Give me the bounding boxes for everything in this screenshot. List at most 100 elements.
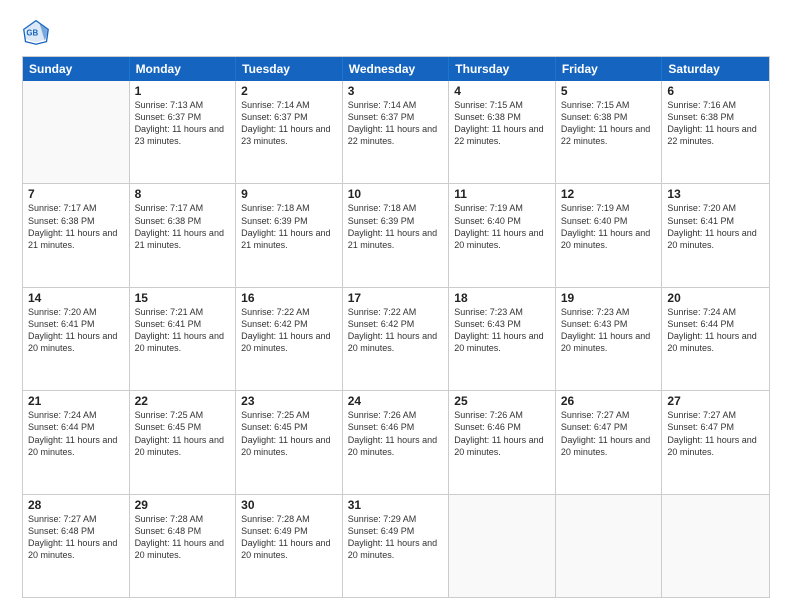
calendar-cell-7: 7Sunrise: 7:17 AM Sunset: 6:38 PM Daylig… bbox=[23, 184, 130, 286]
calendar-cell-30: 30Sunrise: 7:28 AM Sunset: 6:49 PM Dayli… bbox=[236, 495, 343, 597]
logo: GB bbox=[22, 18, 54, 46]
calendar-cell-19: 19Sunrise: 7:23 AM Sunset: 6:43 PM Dayli… bbox=[556, 288, 663, 390]
day-number: 28 bbox=[28, 498, 124, 512]
calendar-row-3: 14Sunrise: 7:20 AM Sunset: 6:41 PM Dayli… bbox=[23, 287, 769, 390]
day-number: 5 bbox=[561, 84, 657, 98]
calendar-cell-empty-4-5 bbox=[556, 495, 663, 597]
weekday-header-sunday: Sunday bbox=[23, 57, 130, 81]
calendar-row-1: 1Sunrise: 7:13 AM Sunset: 6:37 PM Daylig… bbox=[23, 81, 769, 183]
weekday-header-friday: Friday bbox=[556, 57, 663, 81]
calendar-cell-4: 4Sunrise: 7:15 AM Sunset: 6:38 PM Daylig… bbox=[449, 81, 556, 183]
day-number: 22 bbox=[135, 394, 231, 408]
day-number: 6 bbox=[667, 84, 764, 98]
cell-info: Sunrise: 7:17 AM Sunset: 6:38 PM Dayligh… bbox=[135, 202, 231, 251]
calendar-row-5: 28Sunrise: 7:27 AM Sunset: 6:48 PM Dayli… bbox=[23, 494, 769, 597]
weekday-header-monday: Monday bbox=[130, 57, 237, 81]
cell-info: Sunrise: 7:20 AM Sunset: 6:41 PM Dayligh… bbox=[667, 202, 764, 251]
cell-info: Sunrise: 7:23 AM Sunset: 6:43 PM Dayligh… bbox=[454, 306, 550, 355]
cell-info: Sunrise: 7:16 AM Sunset: 6:38 PM Dayligh… bbox=[667, 99, 764, 148]
calendar-cell-25: 25Sunrise: 7:26 AM Sunset: 6:46 PM Dayli… bbox=[449, 391, 556, 493]
calendar-cell-18: 18Sunrise: 7:23 AM Sunset: 6:43 PM Dayli… bbox=[449, 288, 556, 390]
calendar-cell-10: 10Sunrise: 7:18 AM Sunset: 6:39 PM Dayli… bbox=[343, 184, 450, 286]
calendar-cell-6: 6Sunrise: 7:16 AM Sunset: 6:38 PM Daylig… bbox=[662, 81, 769, 183]
cell-info: Sunrise: 7:21 AM Sunset: 6:41 PM Dayligh… bbox=[135, 306, 231, 355]
day-number: 23 bbox=[241, 394, 337, 408]
cell-info: Sunrise: 7:13 AM Sunset: 6:37 PM Dayligh… bbox=[135, 99, 231, 148]
cell-info: Sunrise: 7:22 AM Sunset: 6:42 PM Dayligh… bbox=[241, 306, 337, 355]
page: GB SundayMondayTuesdayWednesdayThursdayF… bbox=[0, 0, 792, 612]
calendar-row-2: 7Sunrise: 7:17 AM Sunset: 6:38 PM Daylig… bbox=[23, 183, 769, 286]
calendar: SundayMondayTuesdayWednesdayThursdayFrid… bbox=[22, 56, 770, 598]
cell-info: Sunrise: 7:14 AM Sunset: 6:37 PM Dayligh… bbox=[348, 99, 444, 148]
calendar-cell-24: 24Sunrise: 7:26 AM Sunset: 6:46 PM Dayli… bbox=[343, 391, 450, 493]
calendar-cell-empty-4-6 bbox=[662, 495, 769, 597]
cell-info: Sunrise: 7:20 AM Sunset: 6:41 PM Dayligh… bbox=[28, 306, 124, 355]
cell-info: Sunrise: 7:24 AM Sunset: 6:44 PM Dayligh… bbox=[667, 306, 764, 355]
calendar-cell-9: 9Sunrise: 7:18 AM Sunset: 6:39 PM Daylig… bbox=[236, 184, 343, 286]
calendar-cell-17: 17Sunrise: 7:22 AM Sunset: 6:42 PM Dayli… bbox=[343, 288, 450, 390]
day-number: 16 bbox=[241, 291, 337, 305]
day-number: 31 bbox=[348, 498, 444, 512]
cell-info: Sunrise: 7:23 AM Sunset: 6:43 PM Dayligh… bbox=[561, 306, 657, 355]
cell-info: Sunrise: 7:27 AM Sunset: 6:48 PM Dayligh… bbox=[28, 513, 124, 562]
day-number: 1 bbox=[135, 84, 231, 98]
weekday-header-tuesday: Tuesday bbox=[236, 57, 343, 81]
day-number: 2 bbox=[241, 84, 337, 98]
cell-info: Sunrise: 7:22 AM Sunset: 6:42 PM Dayligh… bbox=[348, 306, 444, 355]
calendar-cell-27: 27Sunrise: 7:27 AM Sunset: 6:47 PM Dayli… bbox=[662, 391, 769, 493]
calendar-cell-23: 23Sunrise: 7:25 AM Sunset: 6:45 PM Dayli… bbox=[236, 391, 343, 493]
calendar-cell-12: 12Sunrise: 7:19 AM Sunset: 6:40 PM Dayli… bbox=[556, 184, 663, 286]
cell-info: Sunrise: 7:28 AM Sunset: 6:49 PM Dayligh… bbox=[241, 513, 337, 562]
day-number: 12 bbox=[561, 187, 657, 201]
header: GB bbox=[22, 18, 770, 46]
day-number: 26 bbox=[561, 394, 657, 408]
day-number: 17 bbox=[348, 291, 444, 305]
calendar-cell-11: 11Sunrise: 7:19 AM Sunset: 6:40 PM Dayli… bbox=[449, 184, 556, 286]
weekday-header-thursday: Thursday bbox=[449, 57, 556, 81]
cell-info: Sunrise: 7:24 AM Sunset: 6:44 PM Dayligh… bbox=[28, 409, 124, 458]
cell-info: Sunrise: 7:29 AM Sunset: 6:49 PM Dayligh… bbox=[348, 513, 444, 562]
calendar-cell-26: 26Sunrise: 7:27 AM Sunset: 6:47 PM Dayli… bbox=[556, 391, 663, 493]
cell-info: Sunrise: 7:15 AM Sunset: 6:38 PM Dayligh… bbox=[561, 99, 657, 148]
calendar-cell-3: 3Sunrise: 7:14 AM Sunset: 6:37 PM Daylig… bbox=[343, 81, 450, 183]
calendar-cell-2: 2Sunrise: 7:14 AM Sunset: 6:37 PM Daylig… bbox=[236, 81, 343, 183]
calendar-header: SundayMondayTuesdayWednesdayThursdayFrid… bbox=[23, 57, 769, 81]
day-number: 15 bbox=[135, 291, 231, 305]
day-number: 10 bbox=[348, 187, 444, 201]
calendar-cell-8: 8Sunrise: 7:17 AM Sunset: 6:38 PM Daylig… bbox=[130, 184, 237, 286]
day-number: 29 bbox=[135, 498, 231, 512]
calendar-cell-13: 13Sunrise: 7:20 AM Sunset: 6:41 PM Dayli… bbox=[662, 184, 769, 286]
cell-info: Sunrise: 7:15 AM Sunset: 6:38 PM Dayligh… bbox=[454, 99, 550, 148]
svg-text:GB: GB bbox=[26, 29, 38, 38]
cell-info: Sunrise: 7:18 AM Sunset: 6:39 PM Dayligh… bbox=[241, 202, 337, 251]
weekday-header-saturday: Saturday bbox=[662, 57, 769, 81]
cell-info: Sunrise: 7:14 AM Sunset: 6:37 PM Dayligh… bbox=[241, 99, 337, 148]
day-number: 4 bbox=[454, 84, 550, 98]
day-number: 3 bbox=[348, 84, 444, 98]
weekday-header-wednesday: Wednesday bbox=[343, 57, 450, 81]
calendar-cell-14: 14Sunrise: 7:20 AM Sunset: 6:41 PM Dayli… bbox=[23, 288, 130, 390]
day-number: 19 bbox=[561, 291, 657, 305]
calendar-cell-1: 1Sunrise: 7:13 AM Sunset: 6:37 PM Daylig… bbox=[130, 81, 237, 183]
cell-info: Sunrise: 7:25 AM Sunset: 6:45 PM Dayligh… bbox=[135, 409, 231, 458]
logo-icon: GB bbox=[22, 18, 50, 46]
day-number: 11 bbox=[454, 187, 550, 201]
cell-info: Sunrise: 7:19 AM Sunset: 6:40 PM Dayligh… bbox=[454, 202, 550, 251]
day-number: 9 bbox=[241, 187, 337, 201]
cell-info: Sunrise: 7:17 AM Sunset: 6:38 PM Dayligh… bbox=[28, 202, 124, 251]
day-number: 13 bbox=[667, 187, 764, 201]
calendar-cell-29: 29Sunrise: 7:28 AM Sunset: 6:48 PM Dayli… bbox=[130, 495, 237, 597]
day-number: 27 bbox=[667, 394, 764, 408]
calendar-cell-28: 28Sunrise: 7:27 AM Sunset: 6:48 PM Dayli… bbox=[23, 495, 130, 597]
calendar-cell-20: 20Sunrise: 7:24 AM Sunset: 6:44 PM Dayli… bbox=[662, 288, 769, 390]
day-number: 30 bbox=[241, 498, 337, 512]
calendar-body: 1Sunrise: 7:13 AM Sunset: 6:37 PM Daylig… bbox=[23, 81, 769, 597]
calendar-cell-empty-0-0 bbox=[23, 81, 130, 183]
day-number: 14 bbox=[28, 291, 124, 305]
day-number: 18 bbox=[454, 291, 550, 305]
calendar-cell-22: 22Sunrise: 7:25 AM Sunset: 6:45 PM Dayli… bbox=[130, 391, 237, 493]
cell-info: Sunrise: 7:26 AM Sunset: 6:46 PM Dayligh… bbox=[454, 409, 550, 458]
calendar-cell-21: 21Sunrise: 7:24 AM Sunset: 6:44 PM Dayli… bbox=[23, 391, 130, 493]
cell-info: Sunrise: 7:18 AM Sunset: 6:39 PM Dayligh… bbox=[348, 202, 444, 251]
day-number: 21 bbox=[28, 394, 124, 408]
